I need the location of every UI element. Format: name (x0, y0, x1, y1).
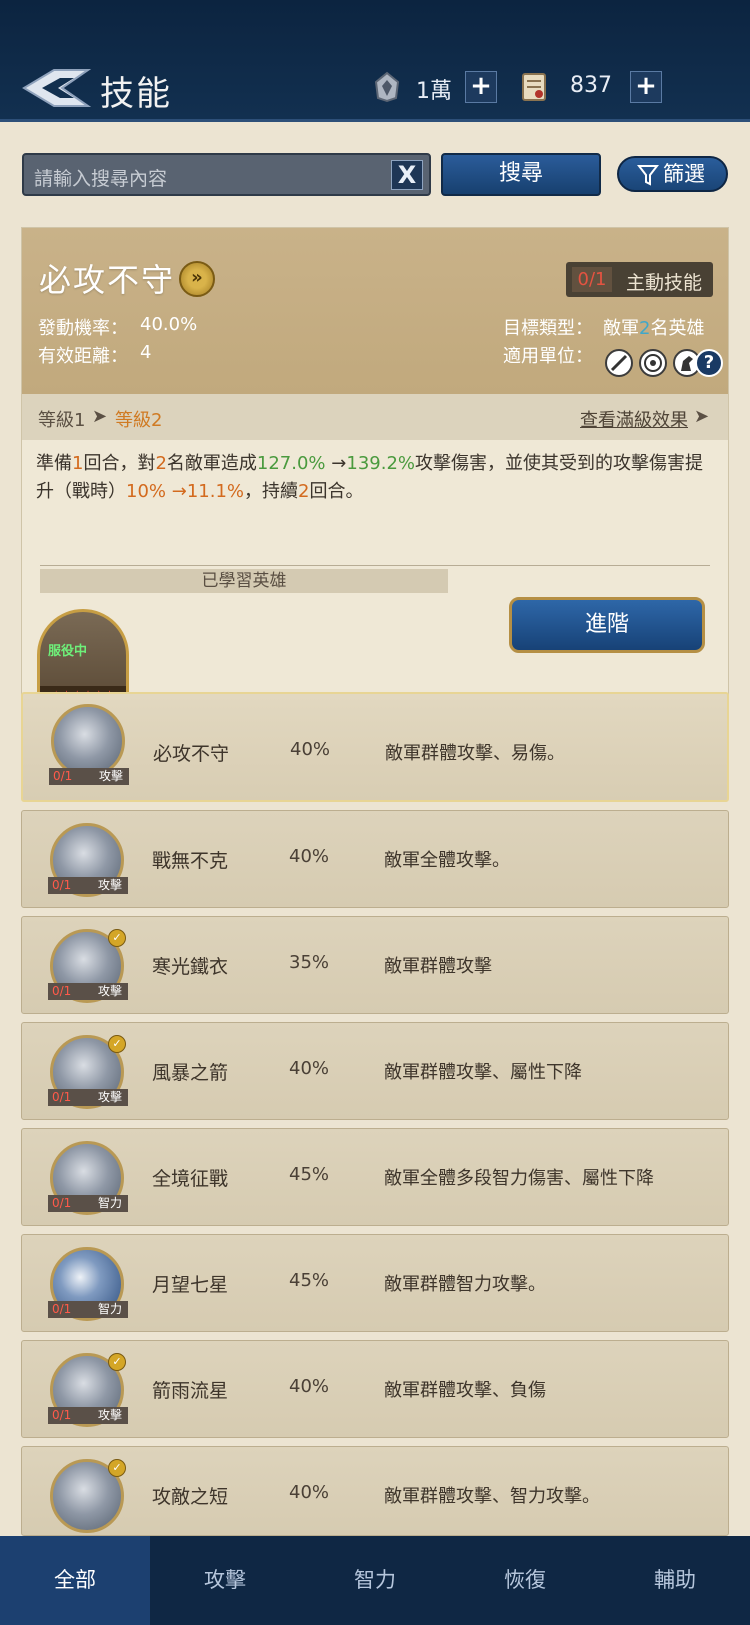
trigger-label: 發動機率： (38, 318, 128, 339)
skill-name: 箭雨流星 (152, 1380, 229, 1402)
add-scroll-button[interactable]: + (630, 71, 662, 103)
skill-name: 全境征戰 (152, 1168, 229, 1190)
skill-tag: 0/1 攻擊 (48, 877, 128, 894)
helmet-icon (370, 70, 404, 104)
owned-check-icon: ✓ (108, 1035, 126, 1053)
search-input[interactable]: 請輸入搜尋內容 X (22, 153, 431, 196)
help-icon[interactable]: ? (695, 349, 723, 377)
skill-type: 主動技能 (626, 272, 703, 294)
units-label: 適用單位： (503, 346, 593, 367)
skill-rate: 40% (290, 739, 331, 760)
tab-support[interactable]: 輔助 (600, 1536, 750, 1625)
skill-rate: 40% (289, 1376, 330, 1397)
skill-list-item[interactable]: 0/1 攻擊 戰無不克 40% 敵軍全體攻擊。 (21, 810, 729, 908)
skill-list-item[interactable]: 0/1 攻擊 必攻不守 40% 敵軍群體攻擊、易傷。 (21, 692, 729, 802)
skill-icon (51, 704, 125, 778)
divider (40, 565, 710, 566)
skill-effect: 敵軍群體攻擊、智力攻擊。 (384, 1486, 600, 1507)
target-label: 目標類型： (503, 318, 593, 339)
page-title: 技能 (100, 74, 172, 114)
helmet-amount: 1萬 (416, 79, 452, 104)
search-placeholder: 請輸入搜尋內容 (34, 168, 168, 190)
advance-button[interactable]: 進階 (509, 597, 705, 653)
skill-tag: 0/1 智力 (48, 1301, 128, 1318)
level-1[interactable]: 等級1 (38, 406, 85, 432)
skill-tag: 0/1 攻擊 (48, 983, 128, 1000)
scroll-icon (517, 70, 551, 104)
skill-list-item[interactable]: ✓ 0/1 攻擊 寒光鐵衣 35% 敵軍群體攻擊 (21, 916, 729, 1014)
sword-icon (605, 349, 633, 377)
target-value: 敵軍2名英雄 (603, 318, 705, 339)
trigger-value: 40.0% (140, 314, 198, 335)
skill-effect: 敵軍群體攻擊 (384, 956, 492, 977)
target-icon (639, 349, 667, 377)
skill-header: 必攻不守 » 0/1 主動技能 發動機率： 40.0% 有效距離： 4 目標類型… (22, 228, 728, 394)
filter-icon (636, 163, 660, 187)
skill-detail-panel: 必攻不守 » 0/1 主動技能 發動機率： 40.0% 有效距離： 4 目標類型… (21, 227, 729, 715)
skill-list-item[interactable]: ✓ 攻敵之短 40% 敵軍群體攻擊、智力攻擊。 (21, 1446, 729, 1536)
rank-chevron-icon[interactable]: » (179, 261, 215, 297)
skill-tag: 0/1 攻擊 (48, 1089, 128, 1106)
category-tab-bar: 全部 攻擊 智力 恢復 輔助 (0, 1536, 750, 1625)
tab-intellect[interactable]: 智力 (300, 1536, 450, 1625)
skill-list-item[interactable]: ✓ 0/1 攻擊 風暴之箭 40% 敵軍群體攻擊、屬性下降 (21, 1022, 729, 1120)
skill-rate: 45% (289, 1164, 330, 1185)
skill-list-item[interactable]: 0/1 智力 月望七星 45% 敵軍群體智力攻擊。 (21, 1234, 729, 1332)
skill-name: 必攻不守 (39, 261, 176, 299)
skill-description: 準備1回合，對2名敵軍造成127.0% →139.2%攻擊傷害，並使其受到的攻擊… (36, 453, 704, 502)
level-arrow-icon: ➤ (92, 406, 108, 427)
skill-effect: 敵軍全體多段智力傷害、屬性下降 (384, 1168, 654, 1189)
hero-status: 服役中 (48, 644, 88, 659)
skill-name: 寒光鐵衣 (152, 956, 229, 978)
range-value: 4 (140, 342, 152, 363)
skill-effect: 敵軍群體智力攻擊。 (384, 1274, 546, 1295)
skill-rate: 35% (289, 952, 330, 973)
owned-check-icon: ✓ (108, 1459, 126, 1477)
skill-effect: 敵軍群體攻擊、負傷 (384, 1380, 546, 1401)
tab-attack[interactable]: 攻擊 (150, 1536, 300, 1625)
back-icon[interactable] (22, 66, 92, 110)
skill-name: 攻敵之短 (152, 1486, 229, 1508)
range-label: 有效距離： (38, 346, 128, 367)
skill-name: 必攻不守 (153, 743, 230, 765)
view-max-level-link[interactable]: 查看滿級效果 (580, 406, 688, 432)
clear-search-button[interactable]: X (391, 160, 423, 190)
scroll-amount: 837 (570, 73, 612, 98)
level-2[interactable]: 等級2 (115, 406, 162, 432)
learned-heroes-label: 已學習英雄 (40, 569, 448, 593)
skill-name: 月望七星 (152, 1274, 229, 1296)
skill-rate: 45% (289, 1270, 330, 1291)
skill-effect: 敵軍群體攻擊、易傷。 (385, 743, 565, 764)
tab-all[interactable]: 全部 (0, 1536, 150, 1625)
filter-label: 篩選 (663, 162, 705, 186)
search-button[interactable]: 搜尋 (441, 153, 601, 196)
tab-recovery[interactable]: 恢復 (450, 1536, 600, 1625)
skill-count: 0/1 (572, 267, 612, 292)
skill-rate: 40% (289, 1058, 330, 1079)
skill-effect: 敵軍群體攻擊、屬性下降 (384, 1062, 582, 1083)
filter-button[interactable]: 篩選 (617, 156, 728, 192)
owned-check-icon: ✓ (108, 929, 126, 947)
skill-effect: 敵軍全體攻擊。 (384, 850, 510, 871)
skill-rate: 40% (289, 1482, 330, 1503)
skill-tag: 0/1 攻擊 (48, 1407, 128, 1424)
top-bar: 技能 1萬 + 837 + (0, 0, 750, 122)
skill-rate: 40% (289, 846, 330, 867)
skill-list-item[interactable]: ✓ 0/1 攻擊 箭雨流星 40% 敵軍群體攻擊、負傷 (21, 1340, 729, 1438)
owned-check-icon: ✓ (108, 1353, 126, 1371)
level-bar: 等級1 ➤ 等級2 查看滿級效果 ➤ (22, 394, 728, 440)
skill-name: 戰無不克 (152, 850, 229, 872)
skill-tag: 0/1 智力 (48, 1195, 128, 1212)
skill-list-item[interactable]: 0/1 智力 全境征戰 45% 敵軍全體多段智力傷害、屬性下降 (21, 1128, 729, 1226)
skill-name: 風暴之箭 (152, 1062, 229, 1084)
skill-type-badge: 0/1 主動技能 (566, 262, 713, 297)
skill-tag: 0/1 攻擊 (49, 768, 129, 785)
chevron-right-icon: ➤ (694, 406, 710, 427)
add-helmet-button[interactable]: + (465, 71, 497, 103)
